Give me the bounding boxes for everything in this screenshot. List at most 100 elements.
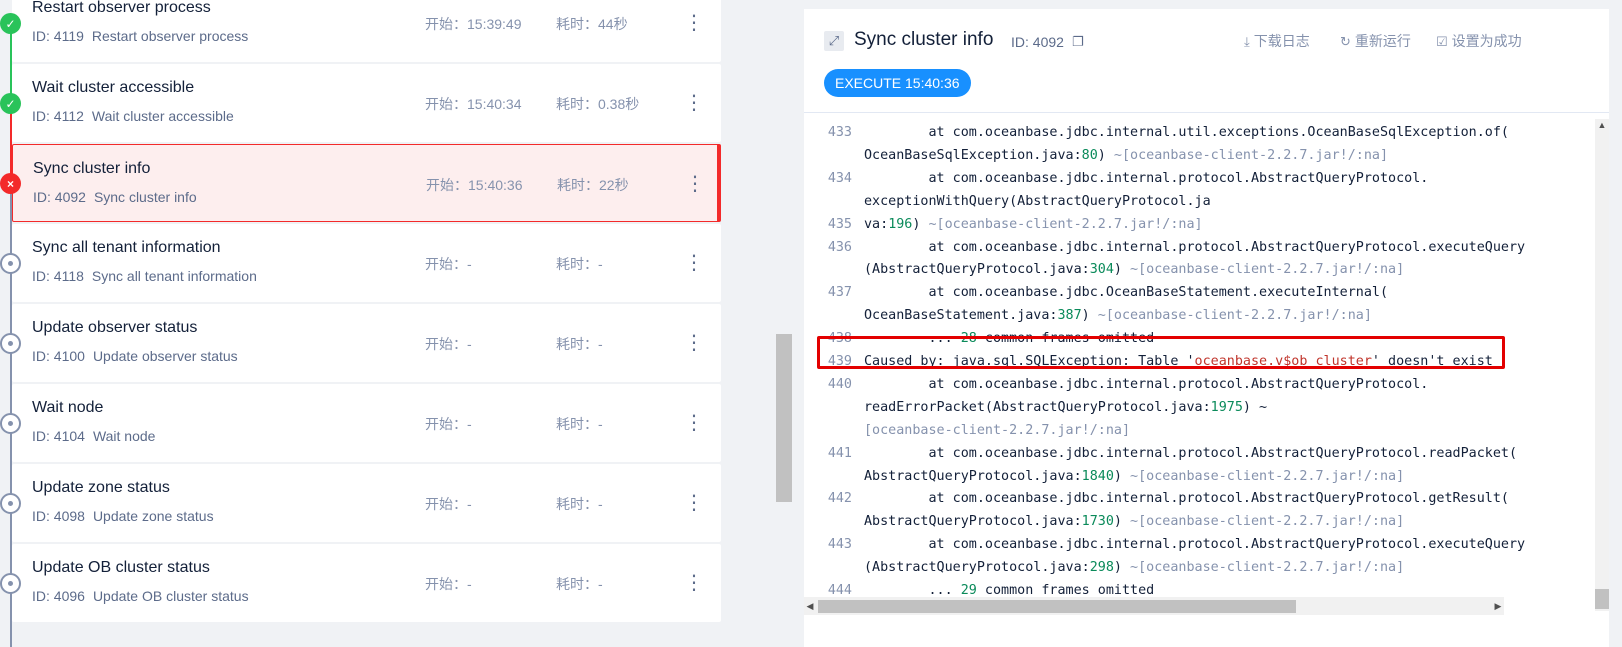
log-task-id: ID: 4092 [1011, 34, 1064, 50]
log-line-text: AbstractQueryProtocol.java:1840) ~[ocean… [864, 468, 1405, 484]
task-card[interactable]: Update observer status ID: 4100 Update obs… [12, 304, 721, 382]
log-vertical-scrollbar[interactable]: ▲ [1595, 119, 1609, 611]
task-row[interactable]: Wait node ID: 4104 Wait node 开始：- 耗时：- ⋮ [0, 384, 730, 464]
task-id: ID: 4100 [32, 348, 85, 364]
log-line: readErrorPacket(AbstractQueryProtocol.ja… [804, 396, 1592, 419]
log-line-number: 433 [827, 125, 852, 140]
more-options-icon[interactable]: ⋮ [684, 248, 704, 278]
log-line: AbstractQueryProtocol.java:1730) ~[ocean… [804, 510, 1592, 533]
log-line-text: at com.oceanbase.jdbc.internal.protocol.… [864, 445, 1518, 461]
log-line-number: 442 [827, 491, 852, 507]
task-list-scroll-thumb[interactable] [776, 334, 792, 502]
task-row[interactable]: Update OB cluster status ID: 4096 Update O… [0, 544, 730, 624]
more-options-icon[interactable]: ⋮ [684, 328, 704, 358]
task-card[interactable]: Update OB cluster status ID: 4096 Update O… [12, 544, 721, 622]
log-line: (AbstractQueryProtocol.java:304) ~[ocean… [804, 258, 1592, 281]
pending-dot-icon [0, 573, 21, 594]
task-row[interactable]: Sync cluster info ID: 4092 Sync cluster in… [0, 144, 730, 224]
download-log-label: 下载日志 [1253, 33, 1310, 49]
log-horizontal-scrollbar[interactable]: ◀ ▶ [804, 597, 1504, 615]
log-line: 442 at com.oceanbase.jdbc.internal.proto… [804, 487, 1592, 510]
log-line-number: 434 [827, 170, 852, 186]
task-start-time: 开始：- [425, 496, 472, 512]
log-line: 441 at com.oceanbase.jdbc.internal.proto… [804, 442, 1592, 465]
pending-dot-icon [0, 333, 21, 354]
task-card[interactable]: Wait cluster accessible ID: 4112 Wait clus… [12, 64, 721, 142]
log-line: OceanBaseSqlException.java:80) ~[oceanba… [804, 144, 1592, 167]
task-card[interactable]: Restart observer process ID: 4119 Restart … [12, 0, 721, 62]
log-line: 439 Caused by: java.sql.SQLException: Tab… [804, 350, 1592, 373]
task-start-time: 开始：15:40:34 [425, 96, 522, 112]
log-line-text: at com.oceanbase.jdbc.internal.util.exce… [864, 125, 1509, 140]
execute-badge[interactable]: EXECUTE 15:40:36 [824, 69, 971, 97]
more-options-icon[interactable]: ⋮ [684, 8, 704, 38]
task-subtitle: ID: 4112 Wait cluster accessible [32, 108, 234, 124]
task-subtitle: ID: 4100 Update observer status [32, 348, 238, 364]
log-line: OceanBaseStatement.java:387) ~[oceanbase… [804, 304, 1592, 327]
more-options-icon[interactable]: ⋮ [684, 568, 704, 598]
task-row[interactable]: Sync all tenant information ID: 4118 Sync … [0, 224, 730, 304]
log-line: 436 at com.oceanbase.jdbc.internal.proto… [804, 236, 1592, 259]
log-line-number: 440 [827, 376, 852, 392]
task-card[interactable]: Wait node ID: 4104 Wait node 开始：- 耗时：- ⋮ [12, 384, 721, 462]
log-body: 433 at com.oceanbase.jdbc.internal.util.… [804, 119, 1592, 619]
task-list-scrollbar[interactable] [776, 0, 792, 647]
log-horizontal-scroll-thumb[interactable] [818, 600, 1296, 613]
task-start-time: 开始：15:39:49 [425, 16, 522, 32]
log-line: 437 at com.oceanbase.jdbc.OceanBaseState… [804, 281, 1592, 304]
log-line-number: 439 [827, 354, 852, 369]
task-subtitle: ID: 4096 Update OB cluster status [32, 588, 249, 604]
task-name: Wait cluster accessible [32, 79, 195, 96]
scroll-right-arrow-icon[interactable]: ▶ [1492, 597, 1504, 615]
copy-icon[interactable]: ❐ [1072, 34, 1086, 50]
task-start-time: 开始：15:40:36 [426, 177, 523, 193]
log-line-text: ... 28 common frames omitted [864, 331, 1155, 347]
download-log-button[interactable]: ⤓ 下载日志 [1244, 31, 1310, 51]
log-line-text: at com.oceanbase.jdbc.OceanBaseStatement… [864, 285, 1389, 301]
task-start-time: 开始：- [425, 416, 472, 432]
log-line-text: at com.oceanbase.jdbc.internal.protocol.… [864, 491, 1509, 507]
pending-dot-icon [0, 493, 21, 514]
log-line-text: OceanBaseStatement.java:387) ~[oceanbase… [864, 308, 1372, 324]
task-start-time: 开始：- [425, 576, 472, 592]
error-x-icon: × [0, 173, 21, 194]
log-line: 433 at com.oceanbase.jdbc.internal.util.… [804, 121, 1592, 144]
task-duration: 耗时：22秒 [557, 177, 629, 193]
more-options-icon[interactable]: ⋮ [685, 169, 705, 199]
log-line-text: AbstractQueryProtocol.java:1730) ~[ocean… [864, 514, 1405, 530]
set-success-button[interactable]: ☑ 设置为成功 [1436, 31, 1522, 51]
task-id: ID: 4104 [32, 428, 85, 444]
log-line-number: 435 [827, 216, 852, 232]
more-options-icon[interactable]: ⋮ [684, 408, 704, 438]
pending-dot-icon [0, 253, 21, 274]
task-card[interactable]: Sync all tenant information ID: 4118 Sync … [12, 224, 721, 302]
pending-dot-icon [0, 413, 21, 434]
task-description: Update OB cluster status [92, 588, 249, 604]
check-square-icon: ☑ [1436, 34, 1448, 49]
task-name: Update zone status [32, 479, 170, 496]
set-success-label: 设置为成功 [1451, 33, 1522, 49]
task-row[interactable]: Restart observer process ID: 4119 Restart … [0, 0, 730, 64]
log-vertical-scroll-thumb[interactable] [1595, 589, 1609, 609]
scroll-left-arrow-icon[interactable]: ◀ [804, 597, 816, 615]
log-line-text: readErrorPacket(AbstractQueryProtocol.ja… [864, 399, 1268, 415]
task-card[interactable]: Sync cluster info ID: 4092 Sync cluster in… [12, 144, 721, 222]
expand-icon[interactable]: ⤢ [824, 31, 844, 51]
log-header: ⤢ Sync cluster info ID: 4092 ❐ ⤓ 下载日志 ↻ 重新… [804, 9, 1609, 113]
more-options-icon[interactable]: ⋮ [684, 488, 704, 518]
task-row[interactable]: Update observer status ID: 4100 Update obs… [0, 304, 730, 384]
rerun-label: 重新运行 [1354, 33, 1411, 49]
task-row[interactable]: Wait cluster accessible ID: 4112 Wait clus… [0, 64, 730, 144]
log-line-text: exceptionWithQuery(AbstractQueryProtocol… [864, 193, 1211, 209]
more-options-icon[interactable]: ⋮ [684, 88, 704, 118]
task-subtitle: ID: 4092 Sync cluster info [33, 189, 197, 205]
download-icon: ⤓ [1244, 34, 1250, 49]
scroll-up-arrow-icon[interactable]: ▲ [1595, 119, 1609, 131]
log-line-text: at com.oceanbase.jdbc.internal.protocol.… [864, 170, 1429, 186]
task-row[interactable]: Update zone status ID: 4098 Update zone st… [0, 464, 730, 544]
task-card[interactable]: Update zone status ID: 4098 Update zone st… [12, 464, 721, 542]
rerun-button[interactable]: ↻ 重新运行 [1340, 31, 1411, 51]
log-line-number: 441 [827, 445, 852, 461]
task-subtitle: ID: 4119 Restart observer process [32, 28, 248, 44]
task-name: Update OB cluster status [32, 559, 210, 576]
